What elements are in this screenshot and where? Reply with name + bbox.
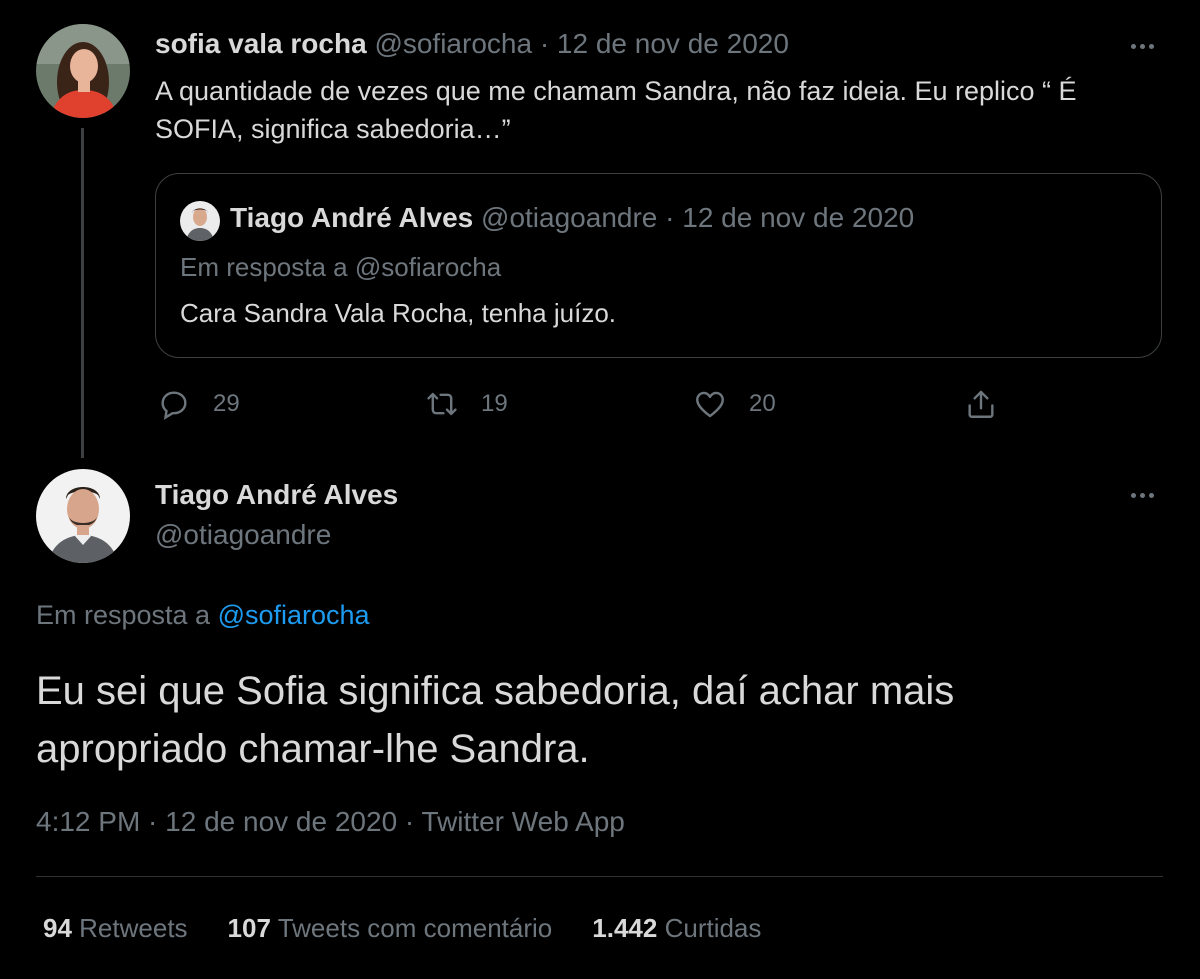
tweet-stats: 94 Retweets 107 Tweets com comentário 1.… bbox=[43, 913, 761, 944]
tweet-text: A quantidade de vezes que me chamam Sand… bbox=[155, 76, 1077, 144]
tweet-meta[interactable]: 4:12 PM · 12 de nov de 2020 · Twitter We… bbox=[36, 806, 625, 838]
reply-context: Em resposta a @sofiarocha bbox=[36, 600, 370, 631]
more-icon bbox=[1130, 43, 1136, 49]
tweet-text: Eu sei que Sofia significa sabedoria, da… bbox=[36, 669, 955, 771]
retweet-button[interactable]: 19 bbox=[425, 386, 508, 422]
quote-text: Cara Sandra Vala Rocha, tenha juízo. bbox=[180, 298, 617, 328]
tiago-avatar-small bbox=[180, 201, 220, 241]
author-name[interactable]: Tiago André Alves bbox=[155, 479, 398, 511]
share-button[interactable] bbox=[964, 386, 998, 422]
retweets-label: Retweets bbox=[79, 913, 188, 943]
retweet-icon bbox=[427, 392, 457, 416]
reply-prefix: Em resposta a bbox=[36, 600, 211, 630]
quote-author-handle: @otiagoandre bbox=[481, 202, 658, 233]
reply-count: 29 bbox=[213, 390, 240, 417]
reply-button[interactable]: 29 bbox=[157, 386, 240, 422]
quote-tweets-stat[interactable]: 107 Tweets com comentário bbox=[228, 913, 553, 944]
likes-stat[interactable]: 1.442 Curtidas bbox=[592, 913, 761, 944]
more-options-button[interactable] bbox=[1122, 36, 1162, 56]
quotes-count: 107 bbox=[227, 913, 271, 943]
quoted-tweet[interactable]: Tiago André Alves @otiagoandre · 12 de n… bbox=[155, 173, 1162, 358]
share-icon bbox=[968, 390, 994, 418]
reply-mention-link[interactable]: @sofiarocha bbox=[218, 600, 370, 630]
thread-line bbox=[81, 128, 84, 458]
sofia-avatar[interactable] bbox=[36, 24, 130, 118]
quote-header: Tiago André Alves @otiagoandre · 12 de n… bbox=[230, 202, 914, 234]
reply-icon bbox=[161, 391, 187, 420]
tweet-date[interactable]: · 12 de nov de 2020 bbox=[540, 28, 789, 59]
more-options-button[interactable] bbox=[1122, 485, 1162, 505]
divider bbox=[36, 876, 1163, 877]
more-icon bbox=[1130, 492, 1136, 498]
quotes-label: Tweets com comentário bbox=[277, 913, 553, 943]
quote-author-name: Tiago André Alves bbox=[230, 202, 474, 233]
author-handle[interactable]: @sofiarocha bbox=[374, 28, 532, 59]
retweets-stat[interactable]: 94 Retweets bbox=[43, 913, 188, 944]
likes-count: 1.442 bbox=[592, 913, 658, 943]
tiago-avatar[interactable] bbox=[36, 469, 130, 563]
like-count: 20 bbox=[749, 390, 776, 417]
author-name[interactable]: sofia vala rocha bbox=[155, 28, 367, 59]
tweet-header: sofia vala rocha @sofiarocha · 12 de nov… bbox=[155, 28, 789, 60]
heart-icon bbox=[696, 391, 724, 418]
likes-label: Curtidas bbox=[664, 913, 762, 943]
retweets-count: 94 bbox=[43, 913, 72, 943]
like-button[interactable]: 20 bbox=[693, 386, 776, 422]
retweet-count: 19 bbox=[481, 390, 508, 417]
quote-reply-context: Em resposta a @sofiarocha bbox=[180, 252, 502, 282]
author-handle[interactable]: @otiagoandre bbox=[155, 519, 331, 551]
quote-date: · 12 de nov de 2020 bbox=[665, 202, 915, 233]
